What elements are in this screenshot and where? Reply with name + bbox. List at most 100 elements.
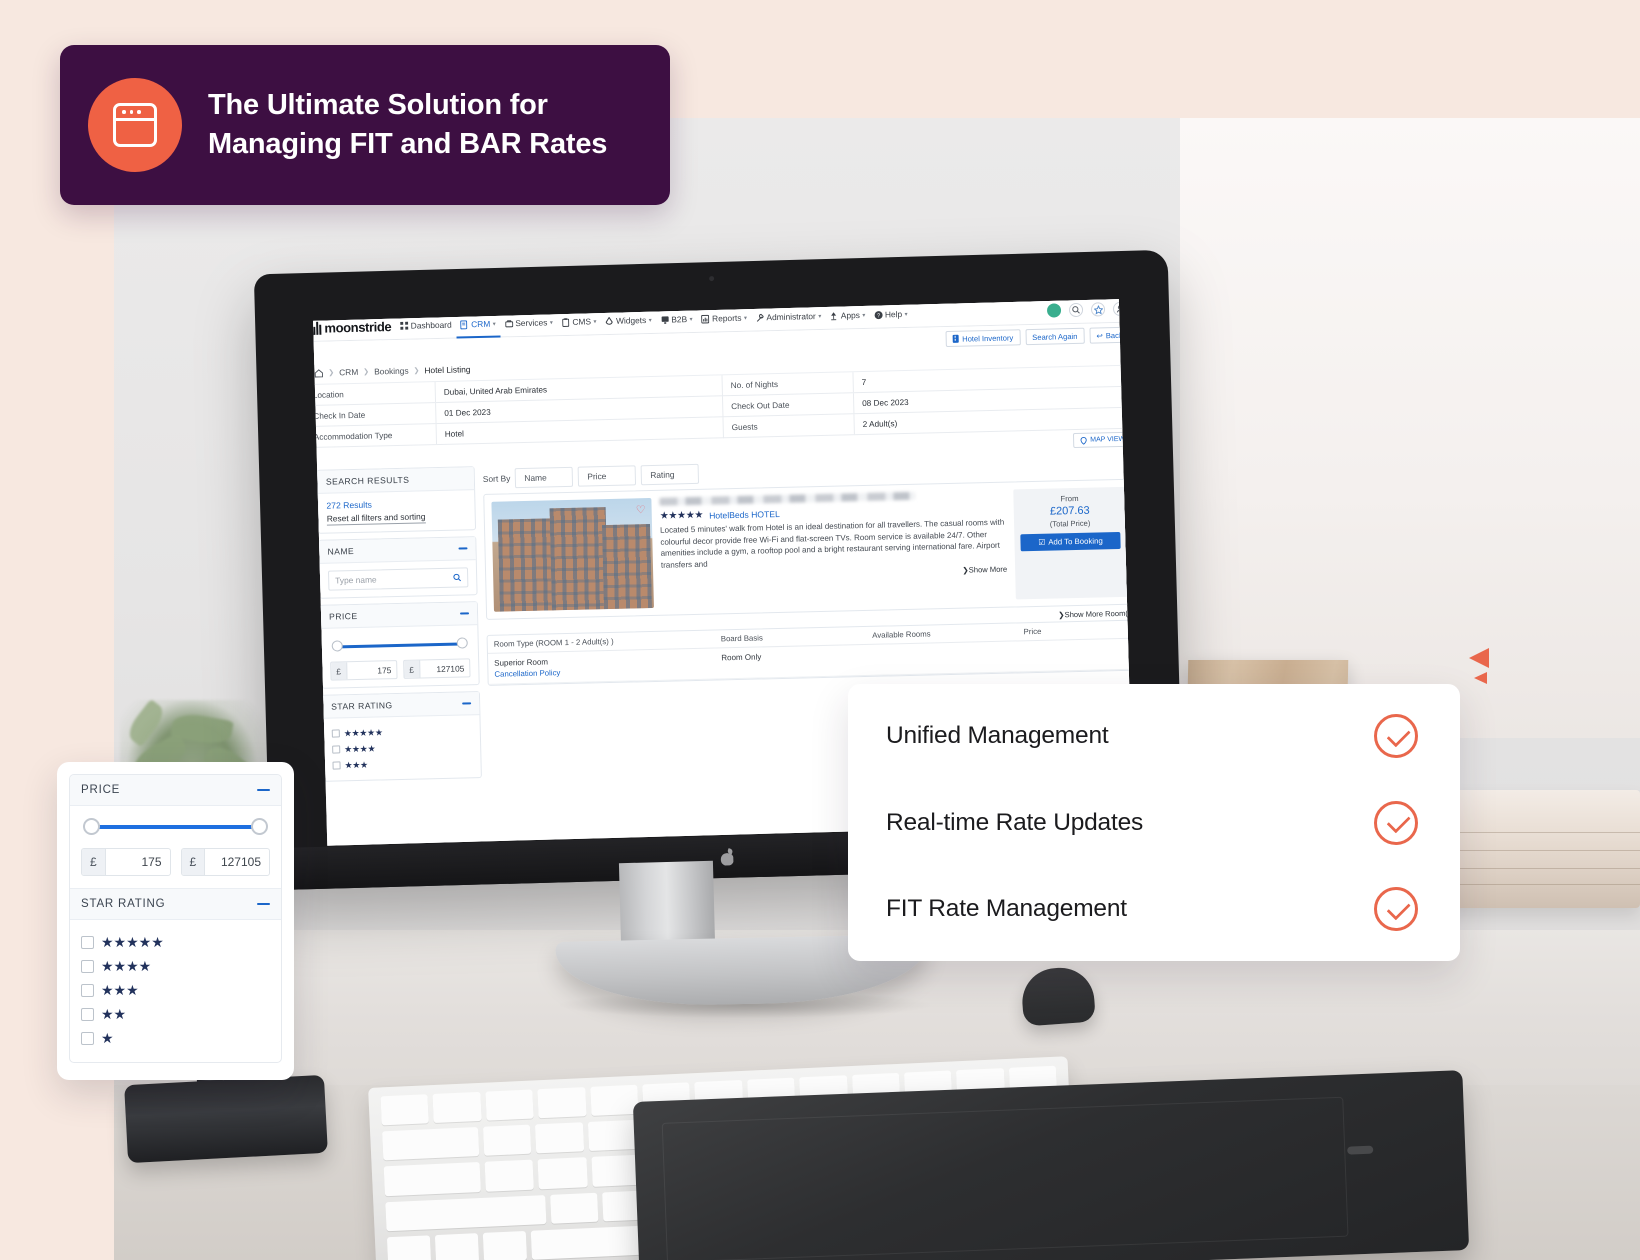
drop-icon (605, 316, 614, 325)
star-filter-option[interactable]: ★★★ (332, 754, 472, 773)
map-view-button[interactable]: MAP VIEW (1073, 431, 1133, 449)
nav-item-b2b[interactable]: B2B ▾ (661, 314, 693, 325)
price-max-input[interactable]: £ 127105 (403, 658, 471, 679)
price-min-value: 175 (377, 664, 392, 676)
criteria-key: Accommodation Type (313, 430, 393, 442)
check-circle-icon (1374, 887, 1418, 931)
grid-icon (400, 321, 409, 330)
svg-text:?: ? (877, 313, 880, 319)
slider-handle-max[interactable] (456, 637, 468, 649)
sort-option-price[interactable]: Price (578, 465, 637, 487)
search-again-button[interactable]: Search Again (1025, 327, 1085, 346)
nav-item-administrator[interactable]: Administrator ▾ (756, 311, 822, 323)
checkbox[interactable] (332, 761, 341, 770)
price-range-slider[interactable] (331, 636, 468, 653)
floating-price-slider[interactable] (83, 818, 268, 836)
star-rating-body: ★★★★★ ★★★★ ★★★ (323, 715, 480, 781)
nav-item-apps[interactable]: Apps ▾ (830, 310, 865, 321)
monitor-icon (661, 315, 669, 324)
nav-item-widgets[interactable]: Widgets ▾ (605, 315, 652, 326)
button-label: Back (1105, 330, 1123, 340)
criteria-key: Check In Date (313, 410, 366, 421)
floating-price-card: PRICE £ 175 £ 127105 STAR RATING ★★★★★ ★… (69, 774, 282, 1063)
sort-option-rating[interactable]: Rating (641, 463, 700, 486)
headline-text: The Ultimate Solution for Managing FIT a… (208, 86, 607, 163)
floating-price-min-input[interactable]: £ 175 (81, 848, 171, 876)
slider-handle-max[interactable] (251, 818, 268, 835)
collapse-minus-icon[interactable] (257, 788, 270, 792)
price-from-label: From (1060, 493, 1079, 504)
checkbox[interactable] (331, 729, 340, 738)
hotel-thumbnail[interactable]: ♡ (491, 498, 654, 612)
button-label: Add To Booking (1048, 536, 1103, 547)
checkbox[interactable] (81, 959, 94, 973)
floating-star-option[interactable]: ★ (81, 1026, 270, 1050)
name-search-input[interactable]: Type name (327, 567, 469, 591)
breadcrumb-separator: ❯ (363, 368, 370, 376)
browser-window-icon (88, 78, 182, 172)
feature-row-fit-rate-management: FIT Rate Management (886, 887, 1418, 931)
price-filter-body: £ 175 £ 127105 (321, 625, 478, 688)
search-icon[interactable] (1068, 302, 1084, 318)
hotel-result-card: ♡ ★★★★★ HotelBeds HOTEL Located 5 minute… (483, 478, 1134, 620)
collapse-minus-icon[interactable] (460, 612, 470, 615)
floating-star-header[interactable]: STAR RATING (70, 888, 281, 920)
nav-item-crm[interactable]: CRM ▾ (460, 319, 496, 330)
star-icon[interactable] (1090, 302, 1106, 317)
services-icon (504, 319, 513, 328)
breadcrumb-item-hotel-listing: Hotel Listing (424, 364, 471, 376)
nav-item-dashboard[interactable]: Dashboard (400, 320, 452, 331)
chevron-down-icon: ▾ (689, 316, 693, 323)
monitor-stand-neck (618, 860, 716, 948)
breadcrumb-item-crm[interactable]: CRM (339, 367, 358, 377)
checkbox[interactable] (81, 1007, 94, 1021)
apple-logo-icon (719, 848, 734, 865)
slider-handle-min[interactable] (83, 818, 100, 835)
headline-line-1: The Ultimate Solution for (208, 89, 548, 122)
star-rating-filter-card: STAR RATING ★★★★★ ★★★★ ★★★ (321, 691, 482, 782)
floating-star-option[interactable]: ★★ (81, 1002, 270, 1026)
user-icon[interactable] (1112, 301, 1128, 317)
button-label: Hotel Inventory (962, 332, 1014, 344)
room-price-cell (1024, 644, 1130, 666)
nav-item-services[interactable]: Services ▾ (504, 317, 553, 328)
nav-item-help[interactable]: ? Help ▾ (874, 309, 908, 320)
brand-logo[interactable]: moonstride (313, 319, 391, 336)
collapse-minus-icon[interactable] (462, 702, 472, 705)
checkbox[interactable] (332, 745, 341, 754)
checkbox[interactable] (81, 935, 94, 949)
criteria-key: No. of Nights (730, 379, 779, 390)
nav-item-cms[interactable]: CMS ▾ (561, 316, 597, 327)
sort-option-name[interactable]: Name (515, 466, 574, 489)
checkbox[interactable] (81, 1031, 94, 1045)
checkbox[interactable] (81, 983, 94, 997)
collapse-minus-icon[interactable] (257, 902, 270, 906)
headline-badge: The Ultimate Solution for Managing FIT a… (60, 45, 670, 205)
floating-price-header[interactable]: PRICE (70, 775, 281, 806)
add-to-booking-button[interactable]: ☑ Add To Booking (1020, 531, 1121, 552)
favourite-heart-icon[interactable]: ♡ (636, 503, 646, 516)
openai-logo-icon[interactable] (1046, 303, 1062, 318)
slider-handle-min[interactable] (331, 640, 343, 652)
breadcrumb-item-bookings[interactable]: Bookings (374, 366, 409, 377)
hotel-stars: ★★★★★ (659, 509, 704, 522)
search-results-title: SEARCH RESULTS (325, 474, 410, 487)
hotel-chain-label: HotelBeds HOTEL (708, 508, 780, 521)
nav-item-reports[interactable]: Reports ▾ (701, 313, 748, 324)
back-button[interactable]: ↩ Back (1089, 326, 1130, 344)
floating-star-option[interactable]: ★★★★ (81, 954, 270, 978)
floating-star-title: STAR RATING (81, 898, 166, 910)
home-icon[interactable] (314, 368, 323, 377)
nav-label: Apps (840, 310, 860, 321)
hotel-inventory-button[interactable]: Hotel Inventory (945, 329, 1021, 348)
stars-label: ★★★★ (344, 743, 376, 754)
reset-filters-link[interactable]: Reset all filters and sorting (326, 511, 426, 526)
floating-price-max-input[interactable]: £ 127105 (180, 848, 270, 876)
feature-row-realtime-rate-updates: Real-time Rate Updates (886, 800, 1418, 845)
check-box-icon: ☑ (1038, 537, 1046, 547)
collapse-minus-icon[interactable] (458, 547, 468, 550)
price-min-input[interactable]: £ 175 (330, 660, 398, 681)
feature-label: FIT Rate Management (886, 895, 1127, 922)
floating-star-option[interactable]: ★★★ (81, 978, 270, 1002)
floating-star-option[interactable]: ★★★★★ (81, 930, 270, 954)
